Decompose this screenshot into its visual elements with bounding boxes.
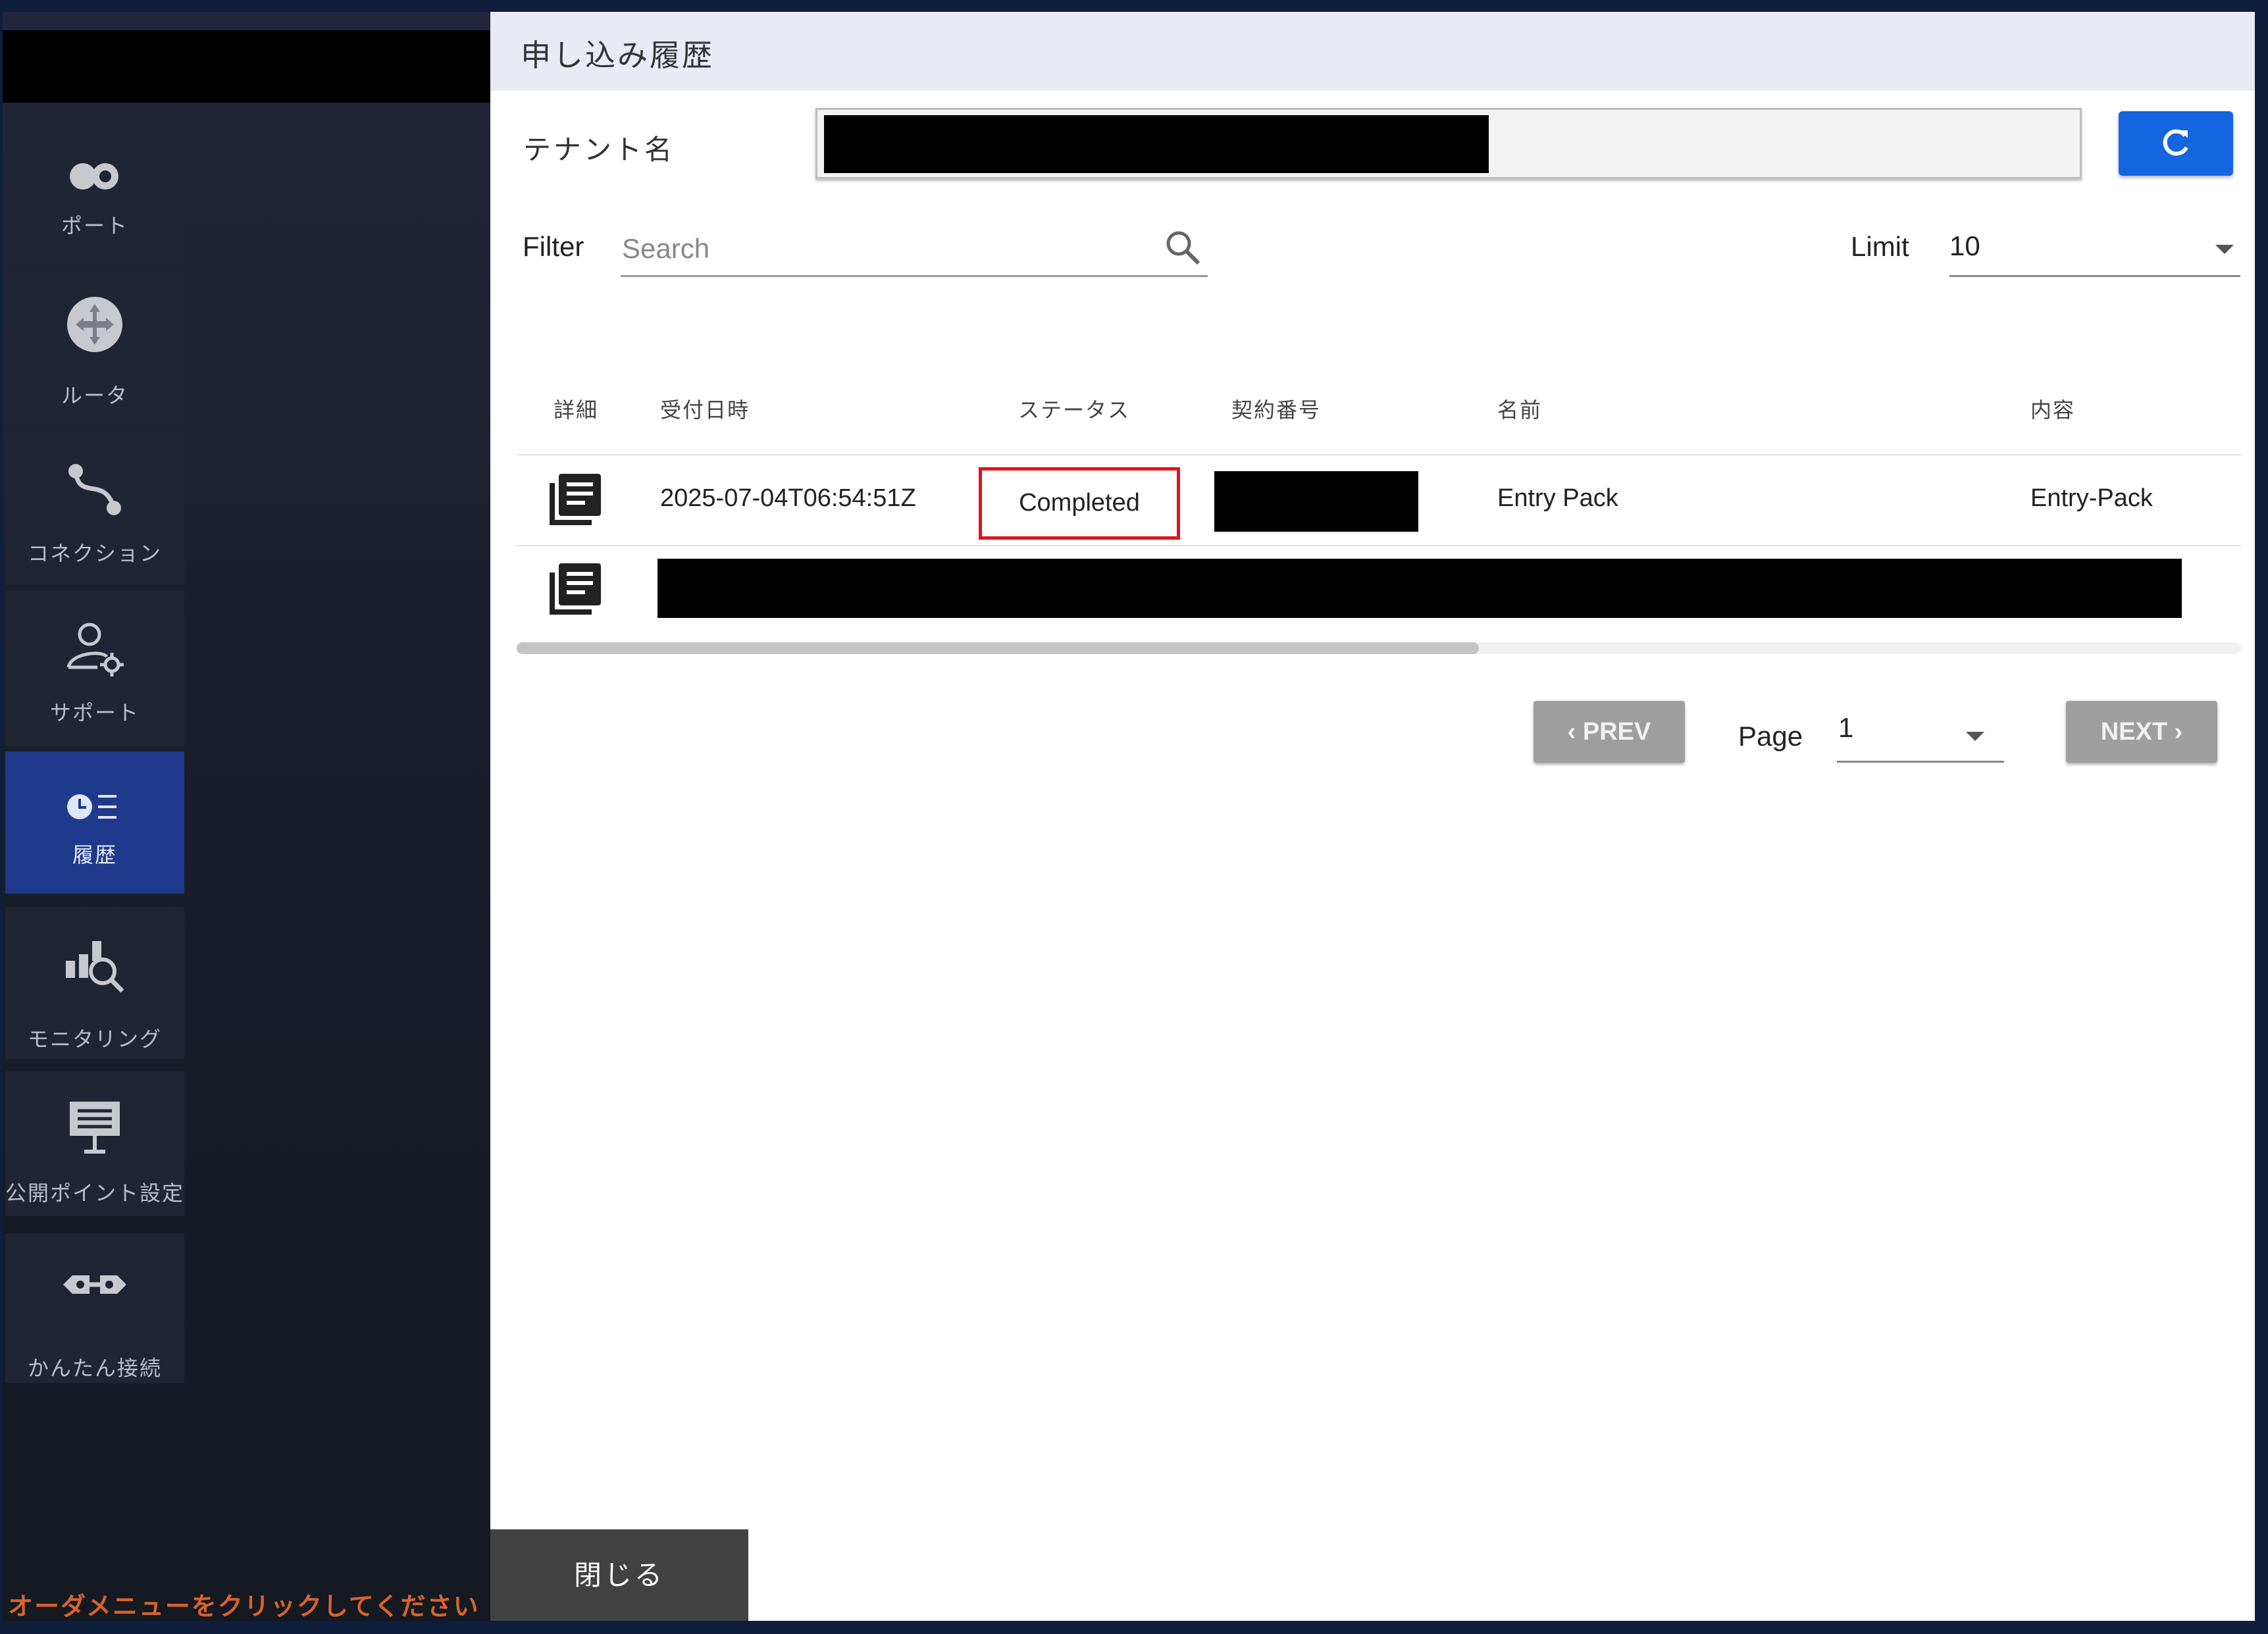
column-header-status: ステータス — [1018, 398, 1131, 422]
column-header-content: 内容 — [2030, 398, 2076, 422]
public-point-icon — [5, 1099, 184, 1160]
search-input[interactable] — [621, 222, 1208, 277]
limit-value: 10 — [1949, 230, 1980, 261]
detail-document-icon[interactable] — [547, 562, 604, 621]
scrollbar-thumb[interactable] — [517, 642, 1479, 654]
next-button[interactable]: NEXT › — [2066, 701, 2217, 763]
chevron-down-icon — [1966, 732, 1984, 741]
history-icon — [5, 791, 184, 833]
connection-icon — [5, 462, 184, 523]
status-cell: Completed — [1019, 489, 1140, 517]
sidebar-item-port[interactable]: ポート — [5, 112, 184, 262]
sidebar-item-easy-connect[interactable]: かんたん接続 — [5, 1233, 184, 1383]
redacted-tenant-name — [824, 115, 1489, 173]
prev-label: PREV — [1582, 718, 1651, 746]
sidebar: ポート ルータ コネクション サポート 履歴 モニタリング 公開ポイント設定 か… — [3, 12, 490, 1621]
limit-label: Limit — [1851, 231, 1909, 262]
tenant-label: テナント名 — [523, 134, 675, 165]
chevron-down-icon — [2215, 245, 2234, 254]
sidebar-item-label: モニタリング — [27, 1027, 162, 1051]
order-menu-hint: オーダメニューをクリックしてください — [8, 1593, 480, 1621]
redacted-header — [3, 30, 490, 103]
refresh-button[interactable] — [2119, 111, 2233, 176]
page-select[interactable]: 1 — [1837, 708, 2004, 763]
sidebar-item-label: 公開ポイント設定 — [5, 1181, 185, 1205]
app-window: ポート ルータ コネクション サポート 履歴 モニタリング 公開ポイント設定 か… — [0, 0, 2268, 1634]
tenant-name-field[interactable] — [815, 108, 2082, 179]
header-divider — [517, 454, 2241, 455]
search-icon[interactable] — [1164, 229, 1201, 269]
sidebar-item-history[interactable]: 履歴 — [5, 752, 184, 894]
content-cell: Entry-Pack — [2030, 484, 2153, 512]
sidebar-item-router[interactable]: ルータ — [5, 271, 184, 424]
sidebar-item-public-point[interactable]: 公開ポイント設定 — [5, 1071, 184, 1216]
close-button[interactable]: 閉じる — [490, 1529, 748, 1621]
next-label: NEXT — [2100, 718, 2168, 746]
history-dialog: 申し込み履歴 テナント名 Filter Limit 10 詳細 受付日時 ステー… — [490, 12, 2255, 1621]
column-header-received-at: 受付日時 — [660, 398, 750, 422]
redacted-contract-number — [1214, 471, 1418, 532]
chevron-left-icon: ‹ — [1567, 718, 1583, 746]
sidebar-item-support[interactable]: サポート — [5, 591, 184, 746]
refresh-icon — [2163, 129, 2188, 156]
detail-document-icon[interactable] — [547, 472, 604, 531]
monitoring-icon — [5, 937, 184, 999]
column-header-name: 名前 — [1497, 398, 1543, 422]
sidebar-item-label: コネクション — [27, 542, 162, 565]
sidebar-item-label: ポート — [61, 214, 128, 238]
port-icon — [5, 158, 184, 200]
chevron-right-icon: › — [2167, 718, 2183, 746]
received-at-cell: 2025-07-04T06:54:51Z — [660, 484, 916, 512]
status-highlight: Completed — [979, 467, 1180, 540]
column-header-detail: 詳細 — [554, 398, 599, 422]
support-icon — [5, 620, 184, 684]
sidebar-item-label: かんたん接続 — [27, 1356, 162, 1380]
sidebar-item-connection[interactable]: コネクション — [5, 432, 184, 584]
row-divider — [517, 545, 2241, 546]
column-header-contract-number: 契約番号 — [1231, 398, 1322, 422]
redacted-row — [657, 559, 2182, 618]
page-label: Page — [1738, 721, 1803, 752]
sidebar-item-label: ルータ — [61, 384, 128, 407]
router-icon — [5, 295, 184, 359]
name-cell: Entry Pack — [1497, 484, 1618, 512]
sidebar-item-label: サポート — [49, 701, 140, 725]
dialog-title: 申し込み履歴 — [521, 38, 714, 72]
prev-button[interactable]: ‹ PREV — [1533, 701, 1685, 763]
dialog-title-bar: 申し込み履歴 — [490, 12, 2255, 91]
page-value: 1 — [1838, 712, 1854, 743]
sidebar-item-monitoring[interactable]: モニタリング — [5, 907, 184, 1060]
limit-select[interactable]: 10 — [1949, 222, 2240, 277]
sidebar-item-label: 履歴 — [72, 843, 117, 867]
easy-connect-icon — [5, 1266, 184, 1308]
filter-label: Filter — [523, 231, 584, 262]
